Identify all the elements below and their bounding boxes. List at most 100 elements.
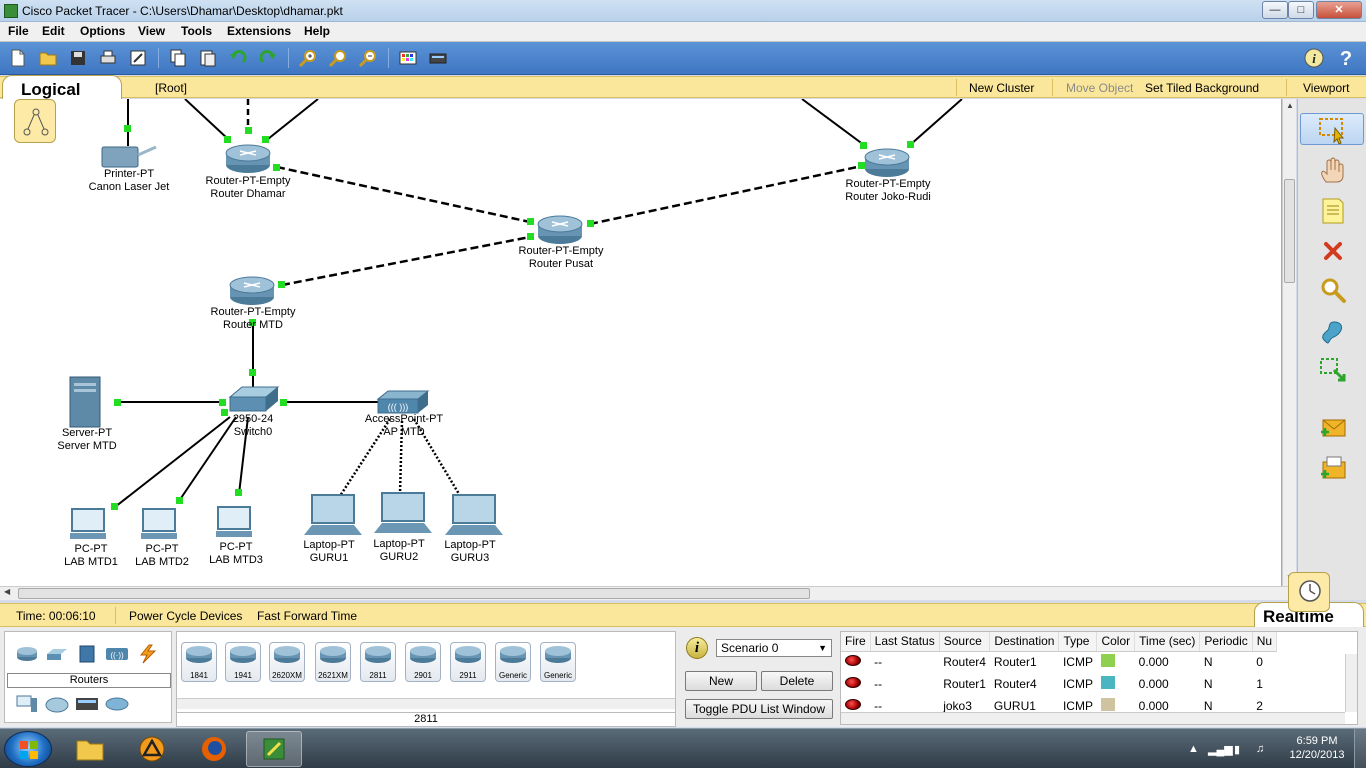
table-row[interactable]: -- Router4 Router1 ICMP 0.000 N 0 [841,651,1277,673]
pc-lab-mtd3[interactable] [216,506,252,537]
delete-tool-button[interactable] [1316,235,1350,267]
logical-mode-icon[interactable] [14,99,56,143]
col-last-status[interactable]: Last Status [870,632,940,652]
workspace-horizontal-scrollbar[interactable]: ◀ [0,586,1296,600]
router-pusat[interactable] [537,215,583,244]
model-2621xm[interactable]: 2621XM [315,642,351,682]
pc-lab-mtd2[interactable] [141,508,177,539]
col-num[interactable]: Nu [1252,632,1278,652]
laptop-guru2[interactable] [374,492,432,533]
menu-options[interactable]: Options [80,24,125,38]
menu-view[interactable]: View [138,24,165,38]
server-mtd[interactable] [69,376,101,428]
pdu-horizontal-scrollbar[interactable] [841,712,1345,724]
pdu-vertical-scrollbar[interactable] [1345,654,1357,712]
inspect-tool-button[interactable] [1316,275,1350,307]
new-scenario-button[interactable]: New [685,671,757,691]
link-pusat-joko[interactable] [589,164,863,226]
col-time[interactable]: Time (sec) [1134,632,1201,652]
start-button[interactable] [4,731,52,767]
col-color[interactable]: Color [1096,632,1136,652]
move-object-button[interactable]: Move Object [1066,81,1133,95]
router-joko-rudi[interactable] [864,148,910,177]
model-2811[interactable]: 2811 [360,642,396,682]
select-tool-button[interactable] [1300,113,1364,145]
access-point-ap-mtd[interactable]: ((( ))) [376,390,430,414]
realtime-mode-icon[interactable] [1288,572,1330,612]
help-button[interactable]: ? [1334,47,1358,69]
system-clock[interactable]: 6:59 PM 12/20/2013 [1284,734,1350,762]
model-1941[interactable]: 1941 [225,642,261,682]
fire-icon[interactable] [845,699,861,710]
place-note-button[interactable] [1316,195,1350,227]
menu-file[interactable]: File [8,24,29,38]
show-hidden-icons-icon[interactable]: ▲ [1188,743,1199,755]
model-2901[interactable]: 2901 [405,642,441,682]
link-joko-up-left[interactable] [801,99,865,146]
pc-lab-mtd1[interactable] [70,508,106,539]
link-switch-pc2[interactable] [178,416,237,502]
volume-icon[interactable]: ♫ [1256,743,1264,755]
root-location[interactable]: [Root] [155,81,187,95]
toggle-pdu-list-button[interactable]: Toggle PDU List Window [685,699,833,719]
move-layout-button[interactable] [1316,155,1350,187]
category-connections-icon[interactable] [135,644,159,664]
show-desktop-button[interactable] [1354,729,1366,768]
router-mtd[interactable] [229,276,275,305]
minimize-button[interactable]: — [1262,1,1288,19]
link-dhamar-pusat[interactable] [276,165,531,224]
taskbar-explorer[interactable] [62,731,118,767]
model-generic-2[interactable]: Generic [540,642,576,682]
col-destination[interactable]: Destination [989,632,1060,652]
model-2911[interactable]: 2911 [450,642,486,682]
category-wireless-icon[interactable]: ((·)) [105,644,129,664]
link-mtd-pusat[interactable] [281,235,531,287]
custom-device-button[interactable] [426,47,450,69]
category-routers-icon[interactable] [15,644,39,664]
model-1841[interactable]: 1841 [181,642,217,682]
category-hubs-icon[interactable] [75,644,99,664]
link-dhamar-up-right[interactable] [267,99,319,140]
info-button[interactable]: i [1302,47,1326,69]
table-row[interactable]: -- Router1 Router4 ICMP 0.000 N 1 [841,673,1277,695]
new-file-button[interactable] [6,47,30,69]
fire-icon[interactable] [845,655,861,667]
delete-scenario-button[interactable]: Delete [761,671,833,691]
menu-extensions[interactable]: Extensions [227,24,291,38]
taskbar-firefox[interactable] [186,731,242,767]
col-source[interactable]: Source [939,632,991,652]
palette-button[interactable] [396,47,420,69]
link-switch-pc1[interactable] [114,416,231,508]
zoom-in-button[interactable] [296,47,320,69]
col-periodic[interactable]: Periodic [1199,632,1253,652]
switch0[interactable] [228,386,280,412]
save-button[interactable] [66,47,90,69]
fast-forward-time-button[interactable]: Fast Forward Time [257,609,357,623]
col-fire[interactable]: Fire [841,632,871,652]
scenario-dropdown[interactable]: Scenario 0 ▼ [716,639,832,657]
fire-icon[interactable] [845,677,861,688]
maximize-button[interactable]: □ [1288,1,1314,19]
scroll-left-icon[interactable]: ◀ [4,587,10,596]
draw-shape-button[interactable] [1316,315,1350,347]
set-tiled-background-button[interactable]: Set Tiled Background [1145,81,1259,95]
category-multiuser-icon[interactable] [105,694,129,714]
taskbar-packet-tracer[interactable] [246,731,302,767]
zoom-reset-button[interactable] [326,47,350,69]
scenario-info-icon[interactable]: i [686,637,708,659]
category-wan-emulation-icon[interactable] [45,694,69,714]
workspace-vertical-scrollbar[interactable]: ▲ ▼ [1282,99,1296,586]
menu-tools[interactable]: Tools [181,24,212,38]
logical-workspace[interactable]: ((( ))) Printer-PT Canon Laser Jet Router… [0,99,1282,586]
category-end-devices-icon[interactable] [15,694,39,714]
viewport-button[interactable]: Viewport [1303,81,1349,95]
battery-icon[interactable]: ▮ [1234,743,1240,756]
model-generic-1[interactable]: Generic [495,642,531,682]
taskbar-app-avast[interactable] [124,731,180,767]
menu-help[interactable]: Help [304,24,330,38]
models-horizontal-scrollbar[interactable] [177,698,675,709]
link-joko-up-right[interactable] [909,99,963,146]
zoom-out-button[interactable] [356,47,380,69]
paste-button[interactable] [196,47,220,69]
add-simple-pdu-button[interactable] [1316,413,1350,445]
